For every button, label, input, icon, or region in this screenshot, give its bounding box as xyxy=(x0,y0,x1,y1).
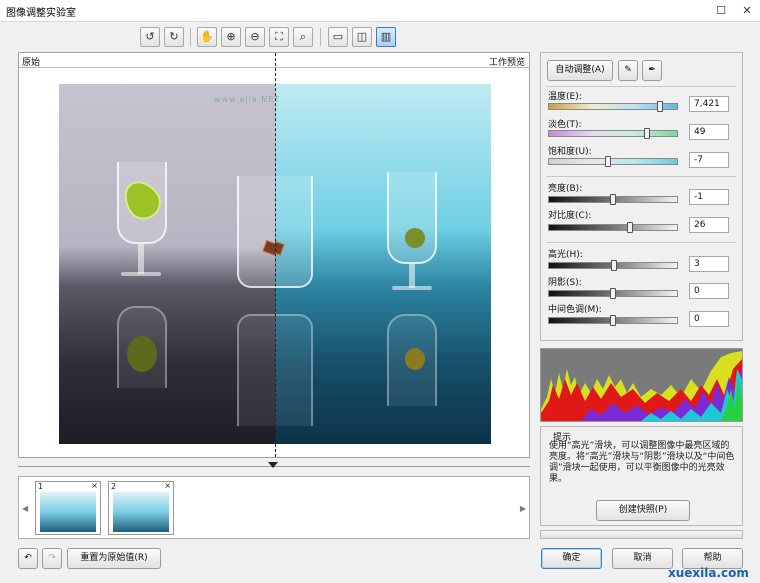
close-icon[interactable]: ✕ xyxy=(737,2,757,19)
tint-slider[interactable] xyxy=(548,130,678,137)
title-bar xyxy=(0,0,760,22)
actual-size-icon[interactable]: ⌕ xyxy=(293,27,313,47)
close-icon[interactable]: × xyxy=(164,481,171,490)
undo-icon[interactable]: ↶ xyxy=(18,548,38,569)
cancel-button[interactable]: 取消 xyxy=(612,548,673,569)
hint-panel: 提示 使用“高光”滑块，可以调整图像中最亮区域的亮度。将“高光”滑块与“阴影”滑… xyxy=(540,426,743,526)
scroll-left-icon[interactable]: ◀ xyxy=(22,504,28,513)
maximize-icon[interactable]: ☐ xyxy=(711,2,731,19)
temperature-value-input[interactable]: 7,421 xyxy=(689,96,729,112)
snapshot-strip: ◀ ▶ 1 × 2 × xyxy=(18,476,530,539)
contrast-slider-thumb[interactable] xyxy=(626,222,633,233)
midtones-label: 中间色调(M): xyxy=(548,305,602,315)
panel-separator xyxy=(546,86,736,87)
zoom-out-icon[interactable]: ⊖ xyxy=(245,27,265,47)
redo-icon[interactable]: ↷ xyxy=(42,548,62,569)
reset-button[interactable]: 重置为原始值(R) xyxy=(67,548,161,569)
auto-adjust-button[interactable]: 自动调整(A) xyxy=(547,60,613,81)
snapshot-thumbnail[interactable]: 2 × xyxy=(108,481,174,535)
toolbar-separator xyxy=(320,28,321,46)
site-watermark: xuexila.com xyxy=(668,566,749,580)
contrast-label: 对比度(C): xyxy=(548,211,592,221)
toolbar-separator xyxy=(190,28,191,46)
highlights-value-input[interactable]: 3 xyxy=(689,256,729,272)
temperature-slider-thumb[interactable] xyxy=(656,101,663,112)
eyedropper-black-icon[interactable]: ✒ xyxy=(642,60,662,81)
snapshot-image xyxy=(113,492,169,532)
histogram xyxy=(540,348,743,422)
snapshot-number: 1 xyxy=(38,482,44,491)
tint-value-input[interactable]: 49 xyxy=(689,124,729,140)
panel-scrollbar[interactable] xyxy=(540,530,743,539)
rotate-left-icon[interactable]: ↺ xyxy=(140,27,160,47)
midtones-slider-thumb[interactable] xyxy=(610,315,616,326)
hand-pan-icon[interactable]: ✋ xyxy=(197,27,217,47)
split-before-after-icon[interactable]: ◫ xyxy=(352,27,372,47)
highlights-label: 高光(H): xyxy=(548,250,583,260)
snapshot-thumbnail[interactable]: 1 × xyxy=(35,481,101,535)
snapshot-image xyxy=(40,492,96,532)
shadows-value-input[interactable]: 0 xyxy=(689,283,729,299)
panel-separator xyxy=(546,242,736,243)
create-snapshot-button[interactable]: 创建快照(P) xyxy=(596,500,690,521)
saturation-value-input[interactable]: -7 xyxy=(689,152,729,168)
saturation-slider[interactable] xyxy=(548,158,678,165)
close-icon[interactable]: × xyxy=(91,481,98,490)
eyedropper-icon[interactable]: ✎ xyxy=(618,60,638,81)
preview-header-line xyxy=(19,67,529,68)
brightness-slider-thumb[interactable] xyxy=(610,194,616,205)
full-preview-icon[interactable]: ▭ xyxy=(328,27,348,47)
saturation-label: 饱和度(U): xyxy=(548,147,592,157)
histogram-graph xyxy=(541,349,742,421)
tint-label: 淡色(T): xyxy=(548,120,582,130)
highlights-slider-thumb[interactable] xyxy=(611,260,618,271)
ok-button[interactable]: 确定 xyxy=(541,548,602,569)
hint-text: 使用“高光”滑块，可以调整图像中最亮区域的亮度。将“高光”滑块与“阴影”滑块以及… xyxy=(549,441,735,484)
brightness-label: 亮度(B): xyxy=(548,184,583,194)
temperature-label: 温度(E): xyxy=(548,92,582,102)
split-divider[interactable] xyxy=(275,53,276,457)
shadows-label: 阴影(S): xyxy=(548,278,582,288)
midtones-value-input[interactable]: 0 xyxy=(689,311,729,327)
working-photo xyxy=(275,84,491,444)
chevron-down-icon[interactable] xyxy=(268,462,278,468)
snapshot-number: 2 xyxy=(111,482,117,491)
saturation-slider-thumb[interactable] xyxy=(604,156,611,167)
photo-watermark: www.ajia.NET xyxy=(214,95,281,104)
original-photo xyxy=(59,84,275,444)
shadows-slider-thumb[interactable] xyxy=(610,288,616,299)
brightness-value-input[interactable]: -1 xyxy=(689,189,729,205)
panel-separator xyxy=(546,176,736,177)
scroll-right-icon[interactable]: ▶ xyxy=(520,504,526,513)
contrast-slider[interactable] xyxy=(548,224,678,231)
tint-slider-thumb[interactable] xyxy=(643,128,650,139)
preview-area[interactable]: 原始 工作预览 www.ajia.NET xyxy=(18,52,530,458)
window-title: 图像调整实验室 xyxy=(6,8,76,19)
rotate-right-icon[interactable]: ↻ xyxy=(164,27,184,47)
zoom-in-icon[interactable]: ⊕ xyxy=(221,27,241,47)
fit-window-icon[interactable]: ⛶ xyxy=(269,27,289,47)
side-by-side-icon[interactable]: ▥ xyxy=(376,27,396,47)
contrast-value-input[interactable]: 26 xyxy=(689,217,729,233)
